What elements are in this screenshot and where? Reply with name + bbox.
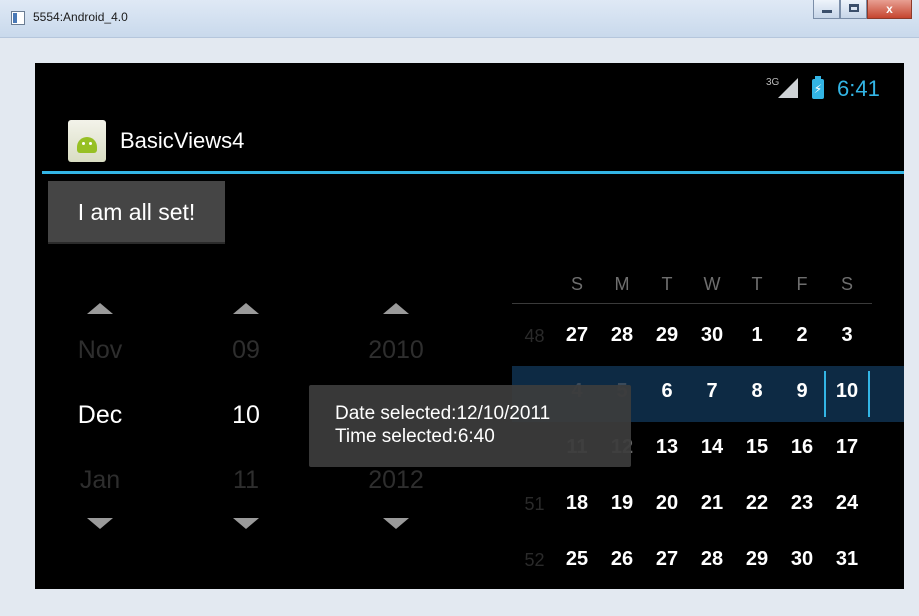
calendar-day[interactable]: 18 xyxy=(557,492,597,515)
signal-icon xyxy=(778,78,798,98)
all-set-button[interactable]: I am all set! xyxy=(48,181,225,244)
week-number: 51 xyxy=(524,494,545,514)
day-picker[interactable]: 09 10 11 xyxy=(196,295,296,535)
weekday-label: F xyxy=(796,274,808,294)
weekday-label: W xyxy=(703,274,721,294)
weekday-label: T xyxy=(661,274,673,294)
calendar-day[interactable]: 29 xyxy=(737,548,777,571)
window-title: 5554:Android_4.0 xyxy=(33,10,128,24)
toast-date-line: Date selected:12/10/2011 xyxy=(335,403,551,424)
calendar-day[interactable]: 27 xyxy=(557,324,597,347)
weekday-label: T xyxy=(751,274,763,294)
action-bar-divider xyxy=(42,171,904,174)
calendar-day[interactable]: 30 xyxy=(782,548,822,571)
calendar-week-row: 51 18 19 20 21 22 23 24 xyxy=(512,478,904,534)
emulator-window-icon xyxy=(11,11,25,25)
calendar-day[interactable]: 16 xyxy=(782,436,822,459)
close-icon: x xyxy=(886,2,893,16)
minimize-icon xyxy=(822,10,832,13)
weekday-label: M xyxy=(614,274,630,294)
battery-charging-icon: ⚡ xyxy=(812,76,824,99)
calendar-day[interactable]: 14 xyxy=(692,436,732,459)
app-title: BasicViews4 xyxy=(120,128,245,153)
weekday-label: S xyxy=(570,274,583,294)
calendar-day[interactable]: 24 xyxy=(827,492,867,515)
day-current-value[interactable]: 10 xyxy=(196,401,296,430)
calendar-day[interactable]: 19 xyxy=(602,492,642,515)
toast-message: Date selected:12/10/2011 Time selected:6… xyxy=(309,385,631,467)
month-prev-value[interactable]: Nov xyxy=(50,336,150,365)
status-bar: 3G ⚡ 6:41 xyxy=(35,63,904,109)
calendar-day[interactable]: 30 xyxy=(692,324,732,347)
calendar-day[interactable]: 22 xyxy=(737,492,777,515)
calendar-day[interactable]: 28 xyxy=(602,324,642,347)
year-next-value[interactable]: 2012 xyxy=(346,466,446,495)
year-prev-value[interactable]: 2010 xyxy=(346,336,446,365)
minimize-button[interactable] xyxy=(813,0,840,19)
calendar-day[interactable]: 3 xyxy=(827,324,867,347)
calendar-day[interactable]: 9 xyxy=(782,380,822,403)
calendar-day[interactable]: 25 xyxy=(557,548,597,571)
calendar-day[interactable]: 26 xyxy=(602,548,642,571)
calendar-day[interactable]: 13 xyxy=(647,436,687,459)
day-decrement-icon[interactable] xyxy=(233,518,259,529)
day-prev-value[interactable]: 09 xyxy=(196,336,296,365)
status-clock: 6:41 xyxy=(837,76,880,101)
calendar-day[interactable]: 8 xyxy=(737,380,777,403)
calendar-day[interactable]: 6 xyxy=(647,380,687,403)
day-next-value[interactable]: 11 xyxy=(196,466,296,495)
calendar-day[interactable]: 20 xyxy=(647,492,687,515)
calendar-day[interactable]: 1 xyxy=(737,324,777,347)
calendar-day[interactable]: 23 xyxy=(782,492,822,515)
calendar-day[interactable]: 7 xyxy=(692,380,732,403)
maximize-icon xyxy=(849,4,859,12)
month-picker[interactable]: Nov Dec Jan xyxy=(50,295,150,535)
month-current-value[interactable]: Dec xyxy=(50,401,150,430)
calendar-day[interactable]: 2 xyxy=(782,324,822,347)
calendar-week-row: 48 27 28 29 30 1 2 3 xyxy=(512,310,904,366)
calendar-day[interactable]: 27 xyxy=(647,548,687,571)
window-controls: x xyxy=(813,0,912,19)
calendar-week-row: 52 25 26 27 28 29 30 31 xyxy=(512,534,904,589)
app-launcher-icon[interactable] xyxy=(68,120,106,162)
calendar-day[interactable]: 29 xyxy=(647,324,687,347)
calendar-day[interactable]: 21 xyxy=(692,492,732,515)
action-bar: BasicViews4 xyxy=(35,109,904,171)
day-increment-icon[interactable] xyxy=(233,303,259,314)
month-increment-icon[interactable] xyxy=(87,303,113,314)
toast-time-line: Time selected:6:40 xyxy=(335,426,495,447)
maximize-button[interactable] xyxy=(840,0,867,19)
calendar-weekday-header: SMTWTFS xyxy=(512,268,872,304)
calendar-day[interactable]: 15 xyxy=(737,436,777,459)
calendar-day[interactable]: 31 xyxy=(827,548,867,571)
month-decrement-icon[interactable] xyxy=(87,518,113,529)
year-decrement-icon[interactable] xyxy=(383,518,409,529)
selected-day-marker xyxy=(824,371,870,417)
week-number: 48 xyxy=(524,326,545,346)
window-titlebar: 5554:Android_4.0 x xyxy=(0,0,919,38)
year-increment-icon[interactable] xyxy=(383,303,409,314)
calendar-day[interactable]: 28 xyxy=(692,548,732,571)
device-screen: 3G ⚡ 6:41 BasicViews4 I am all set! Nov … xyxy=(35,63,904,589)
month-next-value[interactable]: Jan xyxy=(50,466,150,495)
week-number: 52 xyxy=(524,550,545,570)
calendar-day[interactable]: 17 xyxy=(827,436,867,459)
android-icon xyxy=(77,137,97,153)
charging-bolt-icon: ⚡ xyxy=(813,82,823,96)
weekday-label: S xyxy=(840,274,853,294)
close-button[interactable]: x xyxy=(867,0,912,19)
